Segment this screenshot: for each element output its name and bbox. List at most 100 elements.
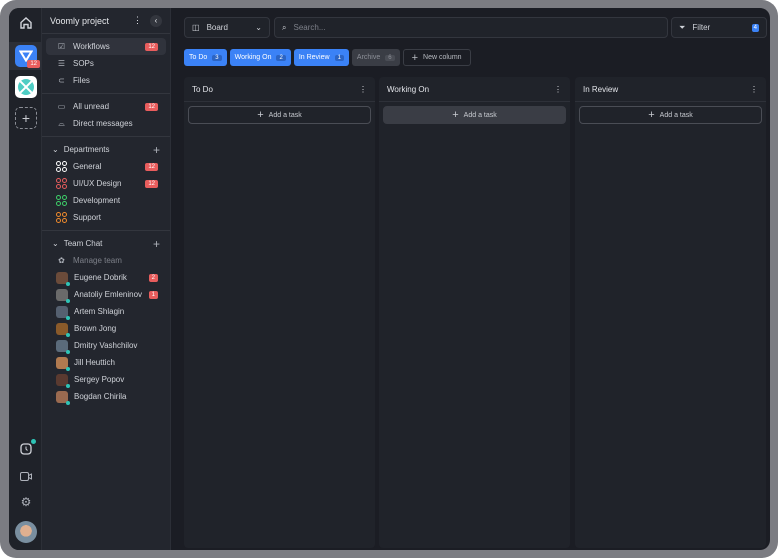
label: Working On xyxy=(234,54,272,61)
label: New column xyxy=(423,54,462,61)
sidebar-item-files[interactable]: ⊂ Files xyxy=(46,72,166,89)
column-menu-icon[interactable]: ⋮ xyxy=(554,85,562,94)
secondary-workspace-icon[interactable] xyxy=(15,76,37,98)
manage-team[interactable]: ✿ Manage team xyxy=(46,252,166,269)
plus-icon: + xyxy=(452,109,459,121)
tab-to-do[interactable]: To Do 3 xyxy=(184,49,227,66)
avatar xyxy=(56,305,70,320)
plus-icon: + xyxy=(257,109,264,121)
label: Team Chat xyxy=(63,239,103,248)
label: Direct messages xyxy=(73,119,133,128)
avatar xyxy=(56,373,70,388)
filter-icon: ⏷ xyxy=(679,22,686,32)
label: General xyxy=(73,162,102,171)
sidebar-item-workflows[interactable]: ☑ Workflows 12 xyxy=(46,38,166,55)
count: 6 xyxy=(385,54,395,61)
count: 1 xyxy=(334,54,344,61)
home-icon[interactable] xyxy=(15,12,37,34)
more-icon[interactable]: ⋮ xyxy=(133,15,142,26)
filter-label: Filter xyxy=(692,23,711,32)
team-member[interactable]: Artem Shlagin xyxy=(46,303,166,320)
chat-icon: ▭ xyxy=(57,102,66,111)
label: All unread xyxy=(73,102,110,111)
team-member[interactable]: Jill Heuttich xyxy=(46,354,166,371)
sidebar-item-sops[interactable]: ☰ SOPs xyxy=(46,55,166,72)
nav-group: ☑ Workflows 12 ☰ SOPs ⊂ Files xyxy=(42,34,170,94)
view-select[interactable]: ◫ Board ⌄ xyxy=(184,17,270,38)
search-icon: ⌕ xyxy=(282,22,287,32)
sidebar-item-department[interactable]: UI/UX Design 12 xyxy=(46,175,166,192)
department-icon xyxy=(56,161,67,172)
new-column-button[interactable]: + New column xyxy=(402,49,471,66)
chevron-down-icon: ⌄ xyxy=(255,23,262,32)
list-icon: ☰ xyxy=(57,59,66,68)
departments-group: ⌄ Departments + General 12 UI/UX Design 12 Dev… xyxy=(42,137,170,231)
column-title: Working On xyxy=(387,84,430,94)
app-window: 12 + ⚙ Voomly project ⋮ ‹ ☑ Workflows 12 ☰ SO… xyxy=(9,8,770,550)
sidebar-item-department[interactable]: Development xyxy=(46,192,166,209)
column-menu-icon[interactable]: ⋮ xyxy=(359,85,367,94)
collapse-sidebar-icon[interactable]: ‹ xyxy=(150,14,162,27)
column-tabs: To Do 3 Working On 2 In Review 1 Archive 6 +… xyxy=(184,49,471,66)
team-member[interactable]: Bogdan Chirila xyxy=(46,388,166,405)
sidebar-item-department[interactable]: Support xyxy=(46,209,166,226)
member-name: Artem Shlagin xyxy=(74,307,125,316)
settings-gear-icon[interactable]: ⚙ xyxy=(15,491,37,513)
clock-icon[interactable] xyxy=(15,438,37,460)
column-title: To Do xyxy=(192,84,213,94)
team-settings-icon: ✿ xyxy=(58,256,65,265)
user-avatar[interactable] xyxy=(15,521,37,543)
project-title: Voomly project xyxy=(50,15,110,26)
add-task-button[interactable]: + Add a task xyxy=(188,106,371,124)
team-member[interactable]: Brown Jong xyxy=(46,320,166,337)
paperclip-icon: ⊂ xyxy=(58,76,65,85)
filter-button[interactable]: ⏷ Filter 4 xyxy=(671,17,767,38)
label: Support xyxy=(73,213,102,222)
add-member-button[interactable]: + xyxy=(153,237,160,251)
team-member[interactable]: Dmitry Vashchilov xyxy=(46,337,166,354)
member-name: Sergey Popov xyxy=(74,375,125,384)
sidebar-item-all-unread[interactable]: ▭ All unread 12 xyxy=(46,98,166,115)
video-icon[interactable] xyxy=(15,465,37,487)
add-department-button[interactable]: + xyxy=(153,143,160,157)
team-chat-header[interactable]: ⌄ Team Chat + xyxy=(46,235,166,252)
add-task-button[interactable]: + Add a task xyxy=(579,106,762,124)
label: In Review xyxy=(298,54,330,61)
workspace-badge: 12 xyxy=(27,60,40,68)
sidebar-item-direct-messages[interactable]: ⌓ Direct messages xyxy=(46,115,166,132)
avatar xyxy=(56,322,70,337)
avatar xyxy=(56,271,70,286)
tab-working-on[interactable]: Working On 2 xyxy=(229,49,291,66)
departments-header[interactable]: ⌄ Departments + xyxy=(46,141,166,158)
team-member[interactable]: Anatoliy Emleninov 1 xyxy=(46,286,166,303)
team-member[interactable]: Eugene Dobrik 2 xyxy=(46,269,166,286)
label: Add a task xyxy=(268,111,302,119)
badge: 1 xyxy=(148,290,158,299)
sidebar-header: Voomly project ⋮ ‹ xyxy=(42,8,170,34)
label: To Do xyxy=(189,54,208,61)
badge: 12 xyxy=(145,179,158,188)
add-task-button[interactable]: + Add a task xyxy=(383,106,566,124)
member-name: Eugene Dobrik xyxy=(74,273,127,282)
plus-icon: + xyxy=(648,109,655,121)
label: Manage team xyxy=(73,256,122,265)
member-name: Bogdan Chirila xyxy=(74,392,127,401)
chevron-down-icon: ⌄ xyxy=(52,145,59,154)
tab-archive[interactable]: Archive 6 xyxy=(351,49,400,66)
label: Add a task xyxy=(659,111,693,119)
column-menu-icon[interactable]: ⋮ xyxy=(750,85,758,94)
voomly-workspace-icon[interactable]: 12 xyxy=(15,45,40,68)
tab-in-review[interactable]: In Review 1 xyxy=(293,49,349,66)
department-icon xyxy=(56,178,67,189)
badge: 12 xyxy=(145,162,158,171)
sidebar-item-department[interactable]: General 12 xyxy=(46,158,166,175)
member-name: Anatoliy Emleninov xyxy=(74,290,143,299)
add-workspace-button[interactable]: + xyxy=(15,107,37,129)
search-input[interactable]: ⌕ Search... xyxy=(274,17,668,38)
label: Development xyxy=(73,196,121,205)
count: 2 xyxy=(276,54,286,61)
clipboard-check-icon: ☑ xyxy=(57,42,66,51)
workspace-rail: 12 + ⚙ xyxy=(9,8,42,550)
avatar xyxy=(56,288,70,303)
team-member[interactable]: Sergey Popov xyxy=(46,371,166,388)
